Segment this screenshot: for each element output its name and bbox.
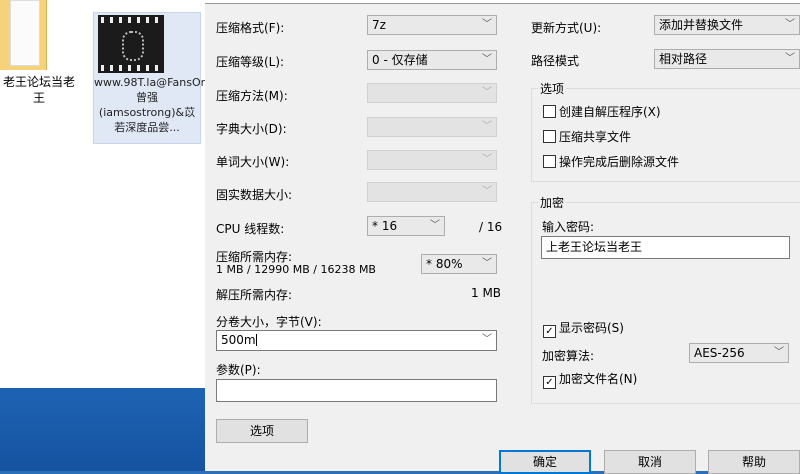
video-thumbnail-icon [98,15,164,73]
chevron-down-icon: ﹀ [785,53,795,64]
desktop-folder-item[interactable]: 老王论坛当老王 [0,0,80,110]
chevron-down-icon: ﹀ [482,87,492,98]
path-mode-select[interactable]: 相对路径 ﹀ [654,49,800,69]
encryption-group-title: 加密 [538,194,567,211]
params-label: 参数(P): [216,363,261,377]
password-input[interactable]: 上老王论坛当老王 [541,236,790,259]
chevron-down-icon: ﹀ [482,54,492,65]
help-button[interactable]: 帮助 [708,450,800,474]
cancel-button[interactable]: 取消 [604,450,696,474]
text-caret [255,334,257,346]
checkbox-box [543,130,556,143]
cpu-label: CPU 线程数: [216,222,285,236]
checkbox-box: ✓ [543,376,556,389]
chevron-down-icon: ﹀ [482,334,492,345]
update-mode-select[interactable]: 添加并替换文件 ﹀ [654,15,800,35]
desktop-item-label: 老王论坛当老王 [2,75,75,105]
cpu-total: / 16 [479,220,503,234]
level-select[interactable]: 0 - 仅存储 ﹀ [367,50,497,70]
decompress-memory-value: 1 MB [471,286,502,300]
desktop-background [0,388,205,471]
options-button[interactable]: 选项 [216,419,308,443]
chevron-down-icon: ﹀ [430,220,440,231]
desktop-item-label: www.98T.la@FansOne曾强(iamsostrong)&苡若深度品尝… [94,76,215,134]
chevron-down-icon: ﹀ [482,19,492,30]
method-label: 压缩方法(M): [216,89,288,103]
options-group-title: 选项 [538,80,567,97]
format-select[interactable]: 7z ﹀ [367,15,497,35]
chevron-down-icon: ﹀ [482,154,492,165]
encryption-method-select[interactable]: AES-256 ﹀ [689,343,789,363]
word-label: 单词大小(W): [216,155,290,169]
chevron-down-icon: ﹀ [774,347,784,358]
folder-icon [0,0,47,70]
dict-select[interactable]: ﹀ [367,117,497,137]
add-to-archive-dialog: 压缩格式(F): 7z ﹀ 压缩等级(L): 0 - 仅存储 ﹀ 压缩方法(M): … [205,0,800,474]
memory-detail: 1 MB / 12990 MB / 16238 MB [216,263,376,276]
sfx-checkbox[interactable]: 创建自解压程序(X) [543,105,661,119]
checkbox-box [543,105,556,118]
chevron-down-icon: ﹀ [482,186,492,197]
format-label: 压缩格式(F): [216,21,285,35]
password-label: 输入密码: [542,220,595,234]
split-size-input[interactable]: 500m ﹀ [216,330,497,351]
desktop: 老王论坛当老王 www.98T.la@FansOne曾强(iamsostrong… [0,0,215,471]
level-label: 压缩等级(L): [216,55,285,69]
method-select[interactable]: ﹀ [367,83,497,103]
ok-button[interactable]: 确定 [499,450,591,474]
shared-files-checkbox[interactable]: 压缩共享文件 [543,130,631,144]
desktop-video-item[interactable]: www.98T.la@FansOne曾强(iamsostrong)&苡若深度品尝… [93,12,215,144]
show-password-checkbox[interactable]: ✓ 显示密码(S) [543,321,624,338]
delete-after-checkbox[interactable]: 操作完成后删除源文件 [543,155,679,169]
chevron-down-icon: ﹀ [482,258,492,269]
solid-label: 固实数据大小: [216,188,293,202]
encryption-method-label: 加密算法: [542,349,595,363]
archive-path-field-edge [205,0,800,4]
checkbox-box: ✓ [543,325,556,338]
path-mode-label: 路径模式 [531,54,580,68]
encrypt-filenames-checkbox[interactable]: ✓ 加密文件名(N) [543,372,637,389]
cpu-threads-select[interactable]: * 16 ﹀ [367,216,445,236]
params-input[interactable] [216,379,497,402]
dict-label: 字典大小(D): [216,122,287,136]
chevron-down-icon: ﹀ [482,121,492,132]
split-label: 分卷大小，字节(V): [216,315,322,329]
word-select[interactable]: ﹀ [367,150,497,170]
chevron-down-icon: ﹀ [785,19,795,30]
memory-percent-select[interactable]: * 80% ﹀ [421,254,497,274]
update-mode-label: 更新方式(U): [531,21,602,35]
decompress-memory-label: 解压所需内存: [216,288,293,302]
checkbox-box [543,155,556,168]
solid-select[interactable]: ﹀ [367,182,497,202]
